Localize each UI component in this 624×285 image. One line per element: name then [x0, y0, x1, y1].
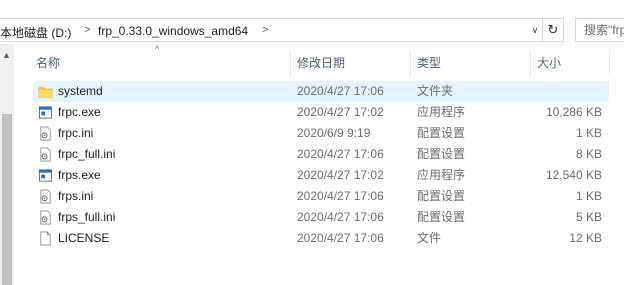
file-date: 2020/4/27 17:02 [297, 105, 384, 119]
file-type: 文件 [417, 231, 442, 245]
breadcrumb-separator[interactable]: > [262, 24, 268, 36]
column-header-type[interactable]: 类型 [411, 50, 529, 76]
breadcrumb-separator[interactable]: > [84, 24, 90, 36]
scroll-up-icon[interactable]: ▲ [2, 50, 11, 60]
file-name: frps.ini [58, 189, 94, 203]
file-name: frpc.ini [58, 126, 94, 140]
file-type: 应用程序 [417, 168, 466, 182]
column-header-date[interactable]: 修改日期 [291, 50, 409, 76]
address-toolbar: 本地磁盘 (D:) > frp_0.33.0_windows_amd64 > ∨… [0, 0, 624, 44]
file-name: systemd [58, 84, 103, 98]
file-date: 2020/6/9 9:19 [297, 126, 371, 140]
file-icon [38, 231, 53, 246]
file-row[interactable]: systemd 2020/4/27 17:06 文件夹 [33, 81, 609, 102]
folder-icon [38, 84, 53, 99]
search-input[interactable]: 搜索"frp [575, 18, 624, 42]
navigation-pane-scrollbar[interactable]: ▲ [0, 44, 14, 285]
file-size: 10,286 KB [545, 105, 602, 119]
ini-icon [38, 210, 53, 225]
file-row[interactable]: frpc.ini 2020/6/9 9:19 配置设置 1 KB [33, 123, 609, 144]
file-name: frpc.exe [58, 105, 101, 119]
file-date: 2020/4/27 17:06 [297, 189, 384, 203]
file-size: 1 KB [575, 189, 602, 203]
file-size: 12 KB [569, 231, 602, 245]
scrollbar-thumb[interactable] [2, 114, 12, 285]
ini-icon [38, 189, 53, 204]
file-type: 文件夹 [417, 84, 454, 98]
file-type: 配置设置 [417, 126, 466, 140]
column-header-name[interactable]: 名称 [30, 50, 286, 76]
file-size: 12,540 KB [545, 168, 602, 182]
file-date: 2020/4/27 17:06 [297, 231, 384, 245]
file-type: 应用程序 [417, 105, 466, 119]
file-row[interactable]: frpc_full.ini 2020/4/27 17:06 配置设置 8 KB [33, 144, 609, 165]
ini-icon [38, 126, 53, 141]
file-name: frps.exe [58, 168, 101, 182]
file-type: 配置设置 [417, 189, 466, 203]
breadcrumb-drive[interactable]: 本地磁盘 (D:) [0, 24, 71, 41]
file-row[interactable]: frps_full.ini 2020/4/27 17:06 配置设置 5 KB [33, 207, 609, 228]
file-type: 配置设置 [417, 210, 466, 224]
breadcrumb-folder[interactable]: frp_0.33.0_windows_amd64 [98, 24, 248, 38]
file-date: 2020/4/27 17:06 [297, 147, 384, 161]
exe-icon [38, 168, 53, 183]
file-size: 5 KB [575, 210, 602, 224]
refresh-icon[interactable]: ↻ [543, 18, 564, 42]
file-size: 8 KB [575, 147, 602, 161]
file-name: frps_full.ini [58, 210, 116, 224]
file-date: 2020/4/27 17:06 [297, 210, 384, 224]
file-row[interactable]: frps.exe 2020/4/27 17:02 应用程序 12,540 KB [33, 165, 609, 186]
address-bar[interactable]: 本地磁盘 (D:) > frp_0.33.0_windows_amd64 > [0, 18, 543, 42]
address-dropdown-icon[interactable]: ∨ [528, 18, 542, 42]
column-header-size[interactable]: 大小 [531, 50, 609, 76]
column-divider[interactable] [609, 50, 610, 76]
exe-icon [38, 105, 53, 120]
file-name: LICENSE [58, 231, 110, 245]
file-type: 配置设置 [417, 147, 466, 161]
file-row[interactable]: frps.ini 2020/4/27 17:06 配置设置 1 KB [33, 186, 609, 207]
file-size: 1 KB [575, 126, 602, 140]
ini-icon [38, 147, 53, 162]
file-name: frpc_full.ini [58, 147, 116, 161]
file-date: 2020/4/27 17:02 [297, 168, 384, 182]
file-row[interactable]: LICENSE 2020/4/27 17:06 文件 12 KB [33, 228, 609, 249]
file-row[interactable]: frpc.exe 2020/4/27 17:02 应用程序 10,286 KB [33, 102, 609, 123]
file-date: 2020/4/27 17:06 [297, 84, 384, 98]
